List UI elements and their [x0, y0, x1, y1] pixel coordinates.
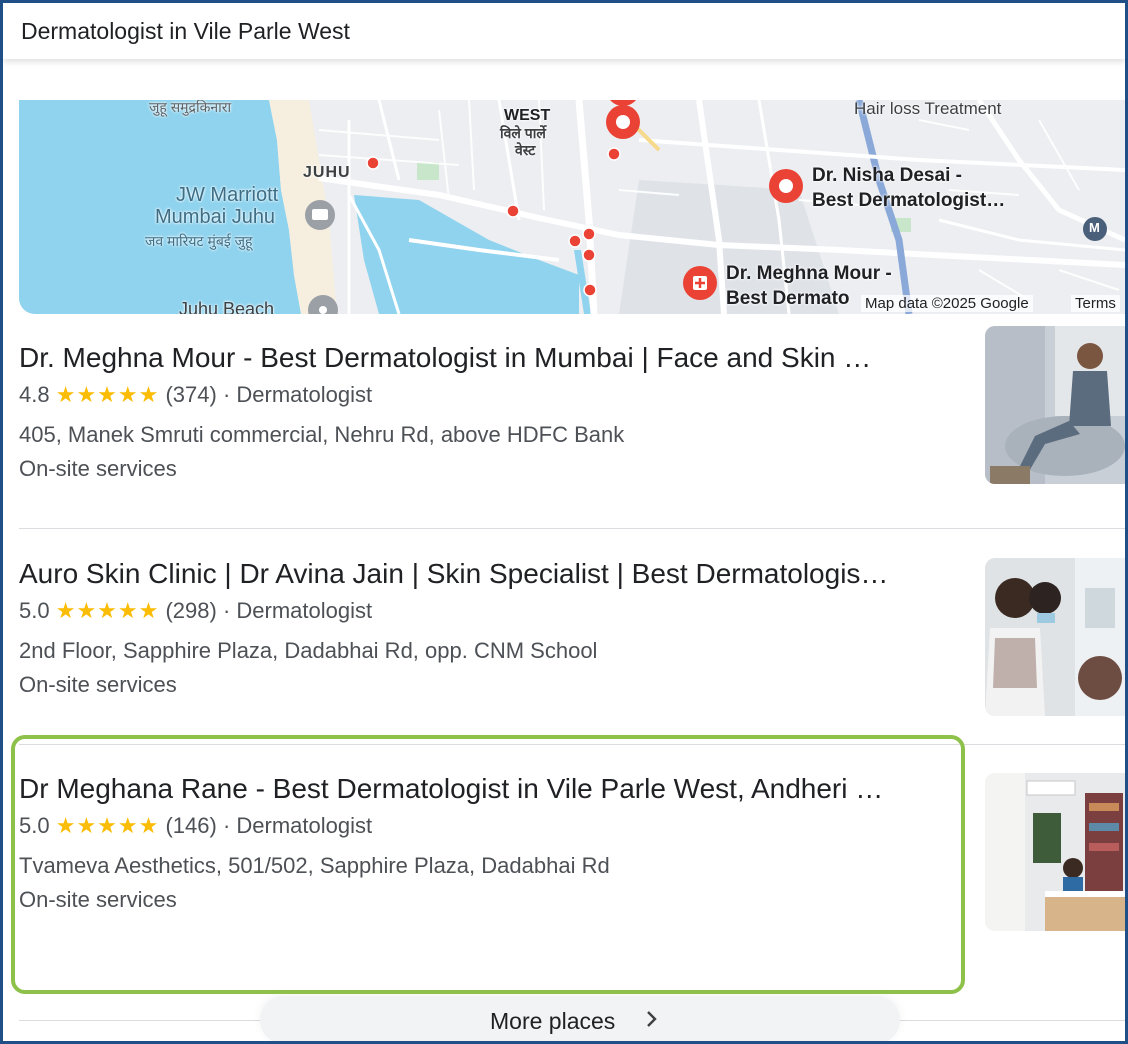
map-label-nisha-desai-2[interactable]: Best Dermatologist… — [812, 189, 1005, 213]
result-title[interactable]: Auro Skin Clinic | Dr Avina Jain | Skin … — [19, 558, 981, 590]
result-services: On-site services — [19, 672, 177, 697]
map-label-juhu-beach-hindi: जुहू समुद्रकिनारा — [149, 100, 232, 115]
metro-icon: M — [1089, 220, 1100, 235]
result-photo[interactable] — [985, 326, 1125, 484]
map-label-juhu: JUHU — [303, 164, 351, 181]
result-photo[interactable] — [985, 773, 1125, 931]
map-label-juhu-beach: Juhu Beach — [179, 299, 275, 314]
result-item[interactable]: Auro Skin Clinic | Dr Avina Jain | Skin … — [19, 558, 1125, 758]
result-title[interactable]: Dr. Meghna Mour - Best Dermatologist in … — [19, 342, 969, 374]
chevron-right-icon — [645, 1008, 659, 1036]
result-item[interactable]: Dr. Meghna Mour - Best Dermatologist in … — [19, 326, 1125, 542]
map-label-jw-marriott-2: Mumbai Juhu — [155, 206, 276, 228]
map-terms-link[interactable]: Terms — [1071, 295, 1120, 312]
map-label-vile-parle-hindi-2: वेस्ट — [515, 142, 536, 158]
map-label-meghna-mour-2[interactable]: Best Dermato — [726, 287, 850, 311]
map-attribution: Map data ©2025 Google — [861, 295, 1033, 312]
map-label-jw-marriott-1: JW Marriott — [176, 184, 279, 206]
map[interactable]: जुहू समुद्रकिनारा WEST विले पार्ले वेस्ट… — [19, 100, 1125, 314]
result-rating-line: 5.0 ★★★★★ (298) · Dermatologist — [19, 598, 372, 624]
highlight-box — [11, 735, 965, 994]
result-address: 2nd Floor, Sapphire Plaza, Dadabhai Rd, … — [19, 638, 598, 663]
rating-value: 4.8 — [19, 382, 50, 407]
divider — [19, 528, 1125, 529]
search-bar[interactable]: Dermatologist in Vile Parle West — [3, 3, 1125, 59]
star-rating-icon: ★★★★★ — [55, 382, 160, 407]
star-rating-icon: ★★★★★ — [55, 598, 160, 623]
search-query[interactable]: Dermatologist in Vile Parle West — [21, 18, 350, 45]
result-photo[interactable] — [985, 558, 1125, 716]
result-rating-line: 4.8 ★★★★★ (374) · Dermatologist — [19, 382, 372, 408]
separator: · — [222, 598, 231, 623]
map-label-jw-marriott-hindi: जव मारियट मुंबई जुहू — [145, 233, 253, 249]
more-places-label: More places — [490, 1008, 616, 1034]
review-count: (374) — [165, 382, 217, 407]
review-count: (298) — [165, 598, 217, 623]
separator: · — [222, 382, 231, 407]
map-label-meghna-mour-1[interactable]: Dr. Meghna Mour - — [726, 262, 892, 286]
result-services: On-site services — [19, 456, 177, 481]
category: Dermatologist — [236, 382, 373, 407]
rating-value: 5.0 — [19, 598, 50, 623]
map-label-nisha-desai-1[interactable]: Dr. Nisha Desai - — [812, 164, 962, 188]
more-places-button[interactable]: More places — [260, 996, 900, 1044]
category: Dermatologist — [236, 598, 373, 623]
result-address: 405, Manek Smruti commercial, Nehru Rd, … — [19, 422, 625, 447]
map-label-hair-loss[interactable]: Hair loss Treatment — [854, 100, 1001, 120]
